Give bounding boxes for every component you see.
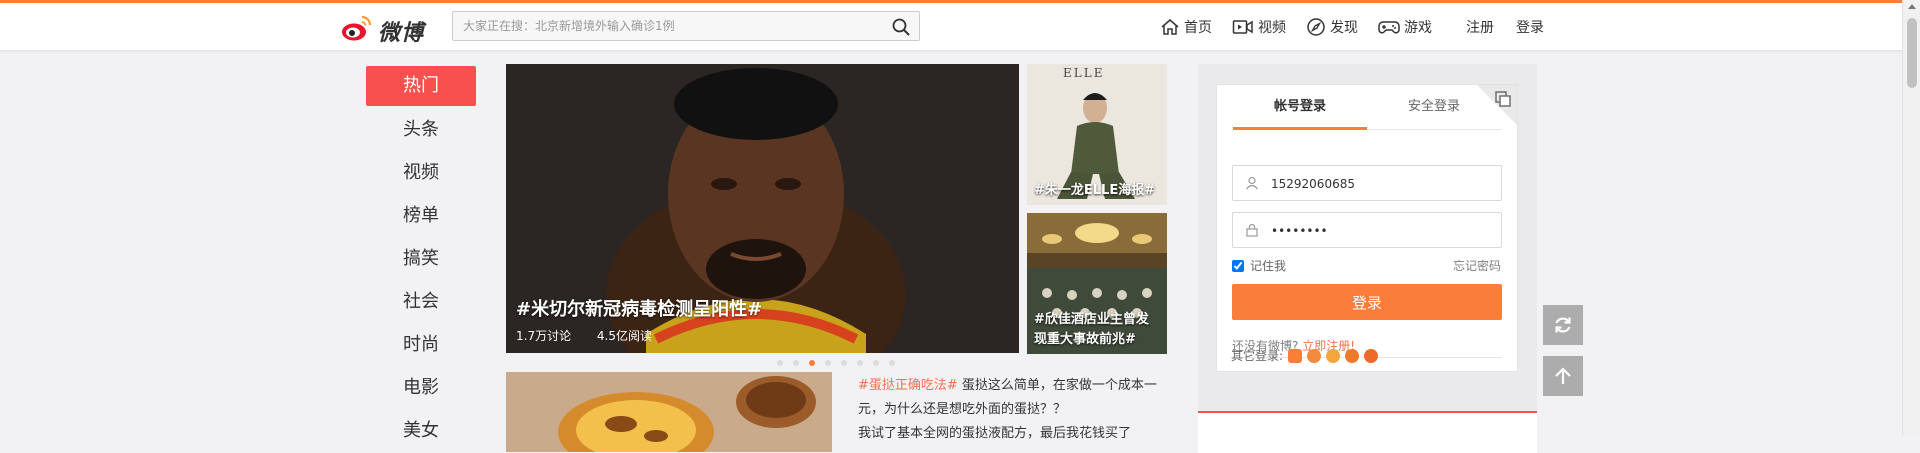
feed-thumbnail[interactable]: [506, 372, 832, 452]
sidebar-item-funny[interactable]: 搞笑: [366, 237, 476, 280]
feed-hashtag[interactable]: #蛋挞正确吃法#: [858, 378, 958, 393]
lock-icon: [1246, 223, 1258, 237]
tab-account-login[interactable]: 帐号登录: [1233, 85, 1367, 130]
weibo-logo[interactable]: 微博: [340, 11, 426, 46]
feed-text-line-2: 我试了基本全网的蛋挞液配方，最后我花钱买了: [858, 426, 1132, 441]
carousel-dot[interactable]: [825, 360, 831, 366]
sidebar-item-rankings[interactable]: 榜单: [366, 194, 476, 237]
read-count: 4.5亿阅读: [596, 329, 653, 343]
username-input[interactable]: [1269, 166, 1493, 202]
nav-games-label: 游戏: [1404, 19, 1432, 36]
carousel-main-caption: #米切尔新冠病毒检测呈阳性#: [516, 299, 763, 320]
nav-video-label: 视频: [1258, 19, 1286, 36]
carousel-pagination: [777, 360, 905, 366]
refresh-icon: [1555, 317, 1571, 333]
arrow-up-icon: [1555, 367, 1571, 384]
top-header: 微博 首页 视频 发现 游戏 注册 登录: [0, 3, 1920, 51]
discussion-count: 1.7万讨论: [516, 329, 572, 343]
carousel-dot[interactable]: [873, 360, 879, 366]
gamepad-icon: [1378, 20, 1400, 33]
carousel-dot[interactable]: [857, 360, 863, 366]
sidebar-item-video[interactable]: 视频: [366, 151, 476, 194]
user-icon: [1246, 176, 1258, 190]
nav-video[interactable]: 视频: [1232, 17, 1286, 37]
remember-me[interactable]: 记住我: [1232, 257, 1286, 274]
carousel-dot[interactable]: [793, 360, 799, 366]
password-field: [1232, 212, 1502, 249]
password-input[interactable]: [1269, 213, 1493, 249]
nav-discover[interactable]: 发现: [1306, 17, 1358, 37]
category-sidebar: 热门 头条 视频 榜单 搞笑 社会 时尚 电影 美女: [366, 66, 476, 452]
carousel-side-caption-1: #朱一龙ELLE海报#: [1034, 183, 1156, 198]
feed-post-text: #蛋挞正确吃法# 蛋挞这么简单，在家做一个成本一元，为什么还是想吃外面的蛋挞？？…: [858, 374, 1168, 446]
sidebar-item-headlines[interactable]: 头条: [366, 108, 476, 151]
back-to-top-button[interactable]: [1543, 356, 1583, 396]
carousel-dot[interactable]: [841, 360, 847, 366]
page-scrollbar[interactable]: [1902, 0, 1920, 436]
scrollbar-thumb[interactable]: [1907, 18, 1917, 88]
top-nav: 首页 视频 发现 游戏 注册 登录: [1160, 3, 1562, 50]
hot-topics-card: [1198, 411, 1537, 453]
nav-discover-label: 发现: [1330, 19, 1358, 36]
qq-login-icon[interactable]: [1307, 348, 1322, 363]
register-link[interactable]: 注册: [1466, 17, 1494, 37]
nav-games[interactable]: 游戏: [1378, 17, 1432, 37]
taobao-login-icon[interactable]: [1288, 348, 1303, 363]
search-icon[interactable]: [891, 17, 911, 37]
refresh-button[interactable]: [1543, 305, 1583, 345]
sidebar-item-society[interactable]: 社会: [366, 280, 476, 323]
login-link[interactable]: 登录: [1516, 17, 1544, 37]
carousel-dot[interactable]: [777, 360, 783, 366]
nav-home[interactable]: 首页: [1160, 17, 1212, 37]
other-login-label: 其它登录:: [1231, 349, 1284, 363]
forgot-password-link[interactable]: 忘记密码: [1453, 257, 1501, 274]
carousel-side-caption-2: #欣佳酒店业主曾发现重大事故前兆#: [1034, 312, 1149, 347]
remember-checkbox[interactable]: [1232, 259, 1244, 272]
sidebar-item-hot[interactable]: 热门: [366, 66, 476, 106]
login-panel: 帐号登录 安全登录 记住我 忘记密码 登录 还没有微博? 立即注册! 其它登录:: [1198, 64, 1537, 453]
carousel-dot-active[interactable]: [809, 360, 815, 366]
carousel-dot[interactable]: [889, 360, 895, 366]
login-submit-button[interactable]: 登录: [1232, 284, 1502, 320]
login-box: 帐号登录 安全登录 记住我 忘记密码 登录 还没有微博? 立即注册!: [1216, 84, 1518, 372]
weixin-login-icon[interactable]: [1345, 348, 1360, 363]
other-login-row: 其它登录:: [1231, 347, 1379, 364]
alipay-login-icon[interactable]: [1326, 348, 1341, 363]
carousel-main-slide[interactable]: #米切尔新冠病毒检测呈阳性# 1.7万讨论 4.5亿阅读: [506, 64, 1019, 353]
nav-home-label: 首页: [1184, 19, 1212, 36]
video-icon: [1232, 19, 1253, 34]
elle-masthead: ELLE: [1063, 66, 1105, 80]
carousel-side-slide-2[interactable]: #欣佳酒店业主曾发现重大事故前兆#: [1027, 213, 1167, 354]
home-icon: [1161, 18, 1179, 35]
carousel-side-slide-1[interactable]: ELLE #朱一龙ELLE海报#: [1027, 64, 1167, 205]
login-tabs: 帐号登录 安全登录: [1233, 85, 1501, 130]
compass-icon: [1307, 17, 1325, 36]
logo-text: 微博: [378, 20, 425, 46]
carousel-main-stats: 1.7万讨论 4.5亿阅读: [516, 327, 674, 344]
search-box: [452, 11, 920, 41]
search-input[interactable]: [453, 12, 893, 40]
tab-secure-login[interactable]: 安全登录: [1367, 85, 1501, 129]
scroll-up-arrow-icon[interactable]: [1908, 4, 1916, 9]
sidebar-item-beauty[interactable]: 美女: [366, 409, 476, 452]
sidebar-item-movies[interactable]: 电影: [366, 366, 476, 409]
remember-label: 记住我: [1250, 259, 1287, 273]
360-login-icon[interactable]: [1364, 348, 1379, 363]
egg-tart-image: [506, 372, 832, 452]
sidebar-item-fashion[interactable]: 时尚: [366, 323, 476, 366]
username-field: [1232, 165, 1502, 202]
main-content: #米切尔新冠病毒检测呈阳性# 1.7万讨论 4.5亿阅读 ELLE #朱一龙EL…: [506, 64, 1168, 452]
weibo-eye-icon: [342, 15, 372, 41]
